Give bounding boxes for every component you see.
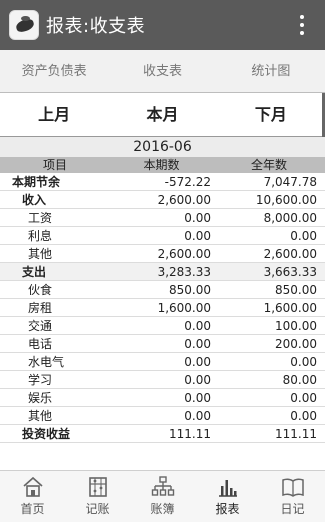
table-row[interactable]: 其他 0.00 0.00 (0, 407, 325, 425)
row-ytd: 0.00 (290, 391, 317, 405)
row-name: 投资收益 (22, 427, 71, 441)
row-ytd: 100.00 (275, 319, 317, 333)
nav-bookkeeping-label: 记账 (85, 502, 110, 516)
row-current: 1,600.00 (157, 301, 211, 315)
row-name: 其他 (28, 409, 53, 423)
row-name: 交通 (28, 319, 53, 333)
app-logo-icon (9, 10, 39, 40)
nav-home-label: 首页 (20, 502, 45, 516)
table-row[interactable]: 利息 0.00 0.00 (0, 227, 325, 245)
row-current: 3,283.33 (157, 265, 211, 279)
row-ytd: 10,600.00 (255, 193, 317, 207)
home-icon (22, 476, 43, 497)
overflow-menu-icon[interactable] (299, 15, 305, 35)
tab-statistics-chart[interactable]: 统计图 (217, 50, 325, 92)
nav-reports[interactable]: 报表 (195, 471, 260, 522)
table-row[interactable]: 娱乐 0.00 0.00 (0, 389, 325, 407)
bottom-navigation: 首页 记账 账簿 报表 日记 (0, 470, 325, 522)
row-name: 支出 (22, 265, 47, 279)
period-navigation: 上月 本月 下月 (0, 93, 325, 137)
row-current: 0.00 (184, 319, 211, 333)
abacus-icon (88, 477, 107, 497)
nav-bookkeeping[interactable]: 记账 (65, 471, 130, 522)
bar-chart-icon (218, 480, 237, 497)
row-name: 娱乐 (28, 391, 53, 405)
header-ytd: 全年数 (250, 158, 287, 172)
row-current: 0.00 (184, 229, 211, 243)
table-row[interactable]: 学习 0.00 80.00 (0, 371, 325, 389)
row-current: 0.00 (184, 355, 211, 369)
row-name: 其他 (28, 247, 53, 261)
table-header: 项目 本期数 全年数 (0, 157, 325, 173)
row-name: 水电气 (28, 355, 65, 369)
row-name: 电话 (28, 337, 53, 351)
row-ytd: 3,663.33 (263, 265, 317, 279)
row-name: 工资 (28, 211, 53, 225)
row-current: 0.00 (184, 373, 211, 387)
period-label: 2016-06 (0, 137, 325, 157)
row-name: 伙食 (28, 283, 53, 297)
table-row[interactable]: 收入 2,600.00 10,600.00 (0, 191, 325, 209)
tab-income-expense[interactable]: 收支表 (108, 50, 216, 92)
row-ytd: 1,600.00 (263, 301, 317, 315)
nav-diary[interactable]: 日记 (260, 471, 325, 522)
nav-home[interactable]: 首页 (0, 471, 65, 522)
table-row[interactable]: 房租 1,600.00 1,600.00 (0, 299, 325, 317)
book-icon (281, 478, 304, 497)
prev-month-button[interactable]: 上月 (0, 93, 108, 136)
income-expense-table: 本期节余 -572.22 7,047.78 收入 2,600.00 10,600… (0, 173, 325, 443)
row-current: 2,600.00 (157, 193, 211, 207)
header-item: 项目 (42, 158, 67, 172)
row-name: 房租 (28, 301, 53, 315)
nav-ledger-label: 账簿 (150, 502, 175, 516)
table-row[interactable]: 水电气 0.00 0.00 (0, 353, 325, 371)
row-ytd: 7,047.78 (263, 175, 317, 189)
row-current: 111.11 (169, 427, 211, 441)
table-row[interactable]: 工资 0.00 8,000.00 (0, 209, 325, 227)
table-row[interactable]: 支出 3,283.33 3,663.33 (0, 263, 325, 281)
row-name: 收入 (22, 193, 47, 207)
row-current: 0.00 (184, 391, 211, 405)
row-ytd: 0.00 (290, 355, 317, 369)
nav-diary-label: 日记 (280, 502, 305, 516)
table-row[interactable]: 伙食 850.00 850.00 (0, 281, 325, 299)
ledger-tree-icon (151, 476, 174, 496)
nav-reports-label: 报表 (215, 502, 240, 516)
row-ytd: 2,600.00 (263, 247, 317, 261)
row-current: 0.00 (184, 409, 211, 423)
row-current: -572.22 (164, 175, 211, 189)
row-current: 2,600.00 (157, 247, 211, 261)
row-ytd: 0.00 (290, 229, 317, 243)
row-name: 本期节余 (12, 175, 61, 189)
current-month-button[interactable]: 本月 (108, 93, 216, 136)
next-month-button[interactable]: 下月 (217, 93, 325, 136)
row-ytd: 8,000.00 (263, 211, 317, 225)
tab-balance-sheet[interactable]: 资产负债表 (0, 50, 108, 92)
table-row[interactable]: 电话 0.00 200.00 (0, 335, 325, 353)
table-row[interactable]: 其他 2,600.00 2,600.00 (0, 245, 325, 263)
report-tabs: 资产负债表 收支表 统计图 (0, 50, 325, 93)
table-row[interactable]: 交通 0.00 100.00 (0, 317, 325, 335)
row-ytd: 200.00 (275, 337, 317, 351)
row-current: 0.00 (184, 211, 211, 225)
app-title: 报表:收支表 (46, 16, 146, 37)
row-ytd: 0.00 (290, 409, 317, 423)
table-row[interactable]: 本期节余 -572.22 7,047.78 (0, 173, 325, 191)
app-bar: 报表:收支表 (0, 0, 325, 50)
row-current: 0.00 (184, 337, 211, 351)
row-name: 学习 (28, 373, 53, 387)
header-current: 本期数 (143, 158, 180, 172)
row-current: 850.00 (169, 283, 211, 297)
row-ytd: 80.00 (282, 373, 317, 387)
row-name: 利息 (28, 229, 53, 243)
row-ytd: 850.00 (275, 283, 317, 297)
nav-ledger[interactable]: 账簿 (130, 471, 195, 522)
row-ytd: 111.11 (275, 427, 317, 441)
table-row[interactable]: 投资收益 111.11 111.11 (0, 425, 325, 443)
